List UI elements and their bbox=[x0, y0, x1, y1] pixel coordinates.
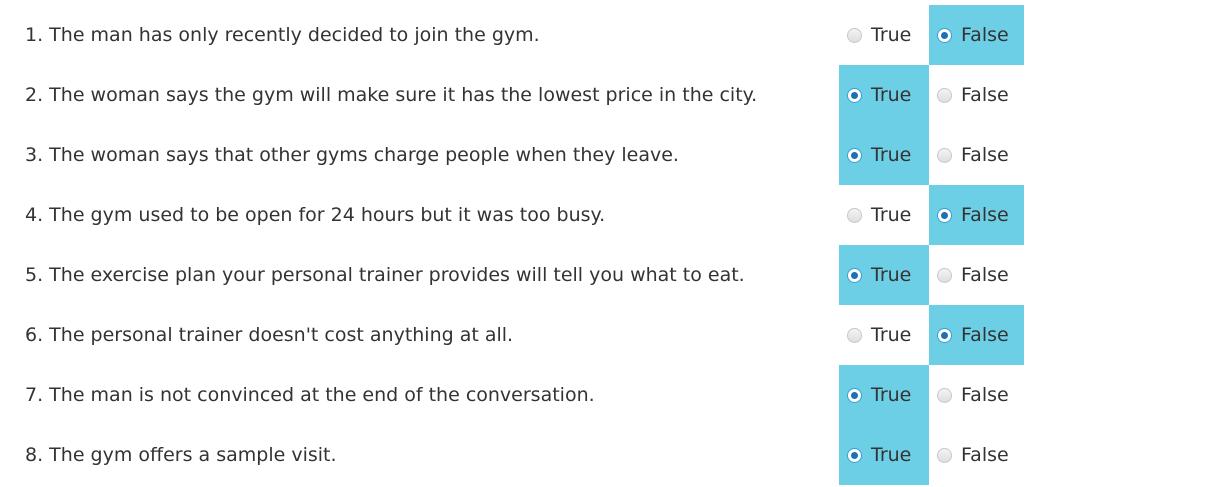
true-option[interactable]: True bbox=[839, 365, 929, 425]
false-label: False bbox=[961, 24, 1009, 46]
true-label: True bbox=[871, 384, 912, 406]
question-text: 3. The woman says that other gyms charge… bbox=[25, 144, 679, 166]
true-label: True bbox=[871, 324, 912, 346]
false-option[interactable]: False bbox=[929, 185, 1024, 245]
true-option[interactable]: True bbox=[839, 5, 929, 65]
false-option[interactable]: False bbox=[929, 425, 1024, 485]
true-label: True bbox=[871, 24, 912, 46]
question-row-5: 5. The exercise plan your personal train… bbox=[0, 245, 1223, 305]
question-row-2: 2. The woman says the gym will make sure… bbox=[0, 65, 1223, 125]
false-label: False bbox=[961, 444, 1009, 466]
false-label: False bbox=[961, 84, 1009, 106]
question-row-8: 8. The gym offers a sample visit. True F… bbox=[0, 425, 1223, 485]
true-label: True bbox=[871, 204, 912, 226]
radio-button[interactable] bbox=[847, 447, 862, 463]
radio-button[interactable] bbox=[937, 87, 952, 103]
question-text: 1. The man has only recently decided to … bbox=[25, 24, 540, 46]
false-option[interactable]: False bbox=[929, 65, 1024, 125]
question-text: 5. The exercise plan your personal train… bbox=[25, 264, 745, 286]
false-label: False bbox=[961, 264, 1009, 286]
true-option[interactable]: True bbox=[839, 185, 929, 245]
radio-button[interactable] bbox=[937, 147, 952, 163]
true-label: True bbox=[871, 144, 912, 166]
radio-button[interactable] bbox=[937, 387, 952, 403]
question-row-1: 1. The man has only recently decided to … bbox=[0, 5, 1223, 65]
question-text: 6. The personal trainer doesn't cost any… bbox=[25, 324, 514, 346]
true-option[interactable]: True bbox=[839, 425, 929, 485]
true-option[interactable]: True bbox=[839, 65, 929, 125]
true-label: True bbox=[871, 264, 912, 286]
false-label: False bbox=[961, 144, 1009, 166]
false-option[interactable]: False bbox=[929, 365, 1024, 425]
radio-button[interactable] bbox=[937, 27, 952, 43]
question-text: 7. The man is not convinced at the end o… bbox=[25, 384, 595, 406]
true-label: True bbox=[871, 444, 912, 466]
true-option[interactable]: True bbox=[839, 245, 929, 305]
true-false-quiz: 1. The man has only recently decided to … bbox=[0, 0, 1223, 485]
radio-button[interactable] bbox=[847, 87, 862, 103]
false-option[interactable]: False bbox=[929, 245, 1024, 305]
radio-button[interactable] bbox=[847, 387, 862, 403]
question-text: 4. The gym used to be open for 24 hours … bbox=[25, 204, 606, 226]
question-row-4: 4. The gym used to be open for 24 hours … bbox=[0, 185, 1223, 245]
false-option[interactable]: False bbox=[929, 305, 1024, 365]
radio-button[interactable] bbox=[847, 27, 862, 43]
question-row-6: 6. The personal trainer doesn't cost any… bbox=[0, 305, 1223, 365]
question-text: 8. The gym offers a sample visit. bbox=[25, 444, 337, 466]
false-option[interactable]: False bbox=[929, 125, 1024, 185]
radio-button[interactable] bbox=[937, 207, 952, 223]
true-label: True bbox=[871, 84, 912, 106]
question-text: 2. The woman says the gym will make sure… bbox=[25, 84, 758, 106]
radio-button[interactable] bbox=[847, 327, 862, 343]
false-label: False bbox=[961, 204, 1009, 226]
question-row-3: 3. The woman says that other gyms charge… bbox=[0, 125, 1223, 185]
question-row-7: 7. The man is not convinced at the end o… bbox=[0, 365, 1223, 425]
radio-button[interactable] bbox=[937, 327, 952, 343]
false-option[interactable]: False bbox=[929, 5, 1024, 65]
true-option[interactable]: True bbox=[839, 125, 929, 185]
false-label: False bbox=[961, 324, 1009, 346]
radio-button[interactable] bbox=[937, 267, 952, 283]
radio-button[interactable] bbox=[847, 207, 862, 223]
radio-button[interactable] bbox=[847, 147, 862, 163]
false-label: False bbox=[961, 384, 1009, 406]
radio-button[interactable] bbox=[847, 267, 862, 283]
radio-button[interactable] bbox=[937, 447, 952, 463]
true-option[interactable]: True bbox=[839, 305, 929, 365]
